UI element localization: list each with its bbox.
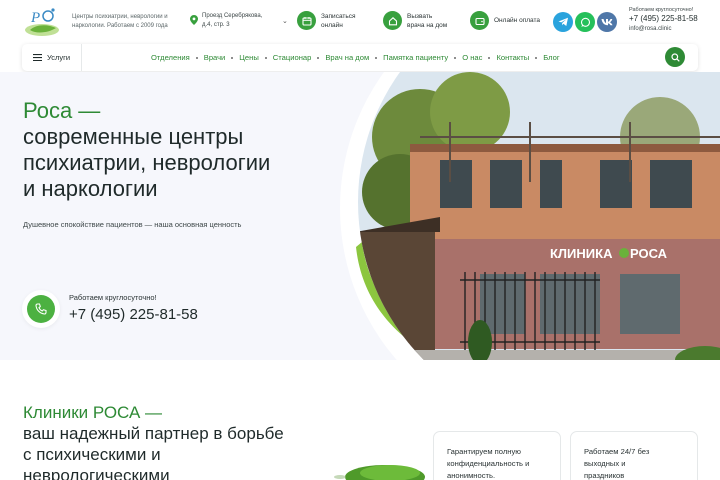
nav-separator [488, 56, 491, 59]
hero-subtitle: Душевное спокойствие пациентов — наша ос… [23, 220, 242, 229]
feature-card-24-7: Работаем 24/7 без выходных и праздников [570, 431, 698, 480]
nav-separator [454, 56, 457, 59]
nav-separator [535, 56, 538, 59]
location-pin-icon [190, 15, 198, 25]
feature-card-confidential: Гарантируем полную конфиденциальность и … [433, 431, 561, 480]
search-icon [670, 52, 680, 62]
feature-card-line: Гарантируем полную [447, 447, 521, 456]
header-phone[interactable]: +7 (495) 225-81-58 [629, 14, 698, 23]
clinic-building-image: КЛИНИКА РОСА [340, 72, 720, 360]
nav-item-departments[interactable]: Отделения [151, 53, 190, 62]
online-payment-label: Онлайн оплата [494, 17, 540, 24]
feature-card-line: анонимность. [447, 471, 496, 480]
nav-item-doctors[interactable]: Врачи [204, 53, 226, 62]
clinic-sign-brand: РОСА [630, 246, 668, 261]
nav-separator [195, 56, 198, 59]
partner-line1: ваш надежный партнер в борьбе [23, 424, 284, 443]
svg-text:Р: Р [30, 10, 40, 26]
hero-phone[interactable]: +7 (495) 225-81-58 [69, 306, 198, 323]
nav-item-contacts[interactable]: Контакты [496, 53, 529, 62]
feature-card-text: Работаем 24/7 без выходных и праздников [584, 446, 649, 480]
feature-card-line: праздников [584, 471, 625, 480]
hero-title-line3: и наркологии [23, 176, 158, 201]
hero-hours: Работаем круглосуточно! [69, 293, 157, 302]
address-text: Проезд Серебрякова, д.4, стр. 3 [202, 13, 263, 28]
partner-line3: неврологическими [23, 466, 170, 480]
services-menu-button[interactable]: Услуги [22, 44, 82, 71]
telegram-icon[interactable] [553, 12, 573, 32]
nav-item-patient-memo[interactable]: Памятка пациенту [383, 53, 448, 62]
nav-item-blog[interactable]: Блог [543, 53, 559, 62]
partner-brand: Клиники РОСА — [23, 403, 163, 422]
hours-label: Работаем круглосуточно! [629, 7, 694, 13]
feature-card-line: Работаем 24/7 без [584, 447, 650, 456]
feature-card-line: конфиденциальность и [447, 459, 530, 468]
hero-title-line1: современные центры [23, 124, 244, 149]
search-button[interactable] [665, 47, 685, 67]
house-icon [383, 11, 402, 30]
whatsapp-icon[interactable] [575, 12, 595, 32]
home-visit-label: Вызвать врача на дом [407, 12, 448, 29]
book-online-button[interactable]: Записаться онлайн [297, 11, 363, 30]
grass-decoration [334, 465, 425, 480]
wallet-icon [470, 11, 489, 30]
feature-card-text: Гарантируем полную конфиденциальность и … [447, 446, 529, 480]
nav-separator [264, 56, 267, 59]
nav-item-prices[interactable]: Цены [239, 53, 259, 62]
nav-item-hospital[interactable]: Стационар [273, 53, 312, 62]
site-tagline: Центры психиатрии, неврологии и нарколог… [72, 14, 168, 29]
partner-line2: с психическими и [23, 445, 161, 464]
partner-heading: Клиники РОСА — ваш надежный партнер в бо… [23, 402, 284, 480]
hero-brand: Роса — [23, 98, 101, 123]
nav-separator [317, 56, 320, 59]
hamburger-icon [33, 54, 42, 61]
home-visit-button[interactable]: Вызвать врача на дом [383, 11, 449, 30]
chevron-down-icon[interactable]: ⌄ [282, 17, 288, 25]
hero-title: Роса — современные центры психиатрии, не… [23, 98, 270, 202]
main-navigation: Услуги Отделения Врачи Цены Стационар Вр… [22, 44, 698, 71]
clinic-address[interactable]: Проезд Серебрякова, д.4, стр. 3 [190, 12, 274, 30]
online-payment-button[interactable]: Онлайн оплата [470, 11, 540, 30]
hero-title-line2: психиатрии, неврологии [23, 150, 271, 175]
vk-icon[interactable] [597, 12, 617, 32]
logo-icon[interactable]: Р [22, 4, 62, 38]
feature-card-line: выходных и [584, 459, 626, 468]
top-bar: Р Центры психиатрии, неврологии и наркол… [0, 0, 720, 42]
clinic-sign-text: КЛИНИКА [550, 246, 613, 261]
call-button[interactable] [22, 290, 60, 328]
book-online-label: Записаться онлайн [321, 12, 356, 29]
hero-section: Роса — современные центры психиатрии, не… [0, 72, 720, 360]
header-email[interactable]: info@rosa.clinic [629, 26, 671, 32]
nav-item-home-doctor[interactable]: Врач на дом [325, 53, 369, 62]
nav-links: Отделения Врачи Цены Стационар Врач на д… [151, 44, 560, 71]
phone-icon [27, 295, 55, 323]
nav-separator [231, 56, 234, 59]
calendar-icon [297, 11, 316, 30]
nav-item-about[interactable]: О нас [462, 53, 482, 62]
services-label: Услуги [47, 53, 71, 62]
nav-separator [375, 56, 378, 59]
